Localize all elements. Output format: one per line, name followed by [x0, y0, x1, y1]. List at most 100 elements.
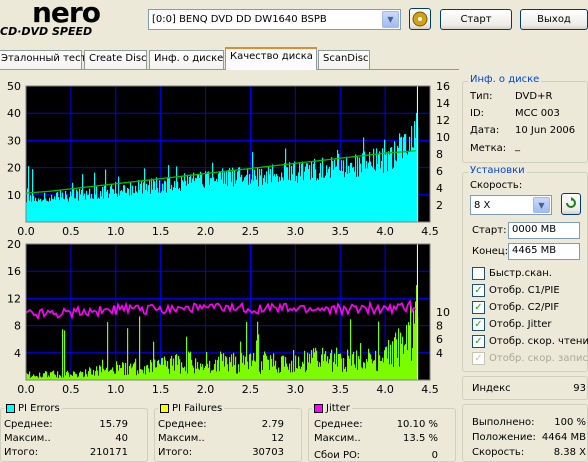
y2-tick-label: 4 — [436, 182, 443, 195]
pi-failures-legend: PI Failures — [158, 403, 225, 414]
exit-button[interactable]: Выход — [520, 9, 588, 30]
speed-label: Скорость: — [470, 180, 523, 191]
x-tick-label: 0.5 — [62, 383, 80, 396]
pi-errors-avg-label: Среднее: — [4, 419, 53, 430]
nero-logo: nero CD·DVD SPEED — [0, 0, 140, 40]
pi-failures-swatch — [160, 404, 169, 413]
start-button[interactable]: Старт — [440, 9, 512, 30]
index-label: Индекс — [472, 383, 511, 394]
checkbox-box[interactable] — [472, 267, 485, 280]
eject-button[interactable] — [409, 8, 431, 30]
checkbox-box[interactable]: ✓ — [472, 318, 485, 331]
pi-failures-avg-label: Среднее: — [158, 419, 207, 430]
jitter-max: 13.5 % — [403, 433, 438, 444]
pi-failures-title: PI Failures — [172, 403, 223, 414]
pi-failures-bar — [107, 322, 109, 380]
chevron-down-icon[interactable]: ▼ — [382, 11, 399, 28]
pi-errors-max-label: Максим.. — [4, 433, 51, 444]
disc-id-label: ID: — [470, 108, 485, 119]
tab-disc-quality[interactable]: Качество диска — [225, 47, 317, 70]
refresh-icon — [566, 197, 576, 208]
y-tick-label: 20 — [7, 162, 21, 175]
chevron-down-icon[interactable]: ▼ — [533, 197, 550, 213]
disc-info-title: Инф. о диске — [468, 74, 542, 85]
read-speed-value: 8.38 X — [553, 447, 586, 458]
checkbox-label: Отобр. C2/PIF — [489, 302, 560, 313]
pi-errors-title: PI Errors — [18, 403, 60, 414]
y2-tick-label: 8 — [436, 320, 443, 333]
y2-tick-label: 4 — [436, 347, 443, 360]
pi-failures-max-label: Максим.. — [158, 433, 205, 444]
show-jitter-checkbox[interactable]: ✓ Отобр. Jitter — [472, 318, 552, 331]
refresh-speed-button[interactable] — [561, 193, 581, 215]
pi-errors-legend: PI Errors — [4, 403, 62, 414]
drive-select[interactable]: [0:0] BENQ DVD DD DW1640 BSPB ▼ — [148, 9, 401, 30]
jitter-swatch — [314, 404, 323, 413]
x-tick-label: 1.5 — [152, 383, 170, 396]
disc-date-label: Дата: — [470, 125, 500, 136]
x-tick-label: 0.0 — [17, 383, 35, 396]
checkbox-box[interactable]: ✓ — [472, 335, 485, 348]
checkbox-label: Быстр.скан. — [489, 268, 552, 279]
y2-tick-label: 8 — [436, 148, 443, 161]
disc-id-value: MCC 003 — [515, 108, 560, 119]
y2-tick-label: 6 — [436, 333, 443, 346]
y-tick-label: 16 — [7, 265, 21, 278]
done-value: 100 % — [554, 417, 586, 428]
pi-errors-avg: 15.79 — [99, 419, 128, 430]
checkbox-box[interactable]: ✓ — [472, 301, 485, 314]
checkbox-label: Отобр. скор. записи — [489, 353, 588, 364]
pi-errors-total-label: Итого: — [4, 447, 39, 458]
x-tick-label: 2.0 — [197, 383, 215, 396]
tab-scandisc[interactable]: ScanDisc — [318, 50, 370, 69]
y2-tick-label: 12 — [436, 114, 450, 127]
checkbox-label: Отобр. C1/PIE — [489, 285, 560, 296]
x-tick-label: 4.5 — [421, 383, 439, 396]
y2-tick-label: 10 — [436, 131, 450, 144]
show-pif-checkbox[interactable]: ✓ Отобр. C2/PIF — [472, 301, 559, 314]
x-tick-label: 3.5 — [331, 383, 349, 396]
jitter-title: Jitter — [326, 403, 350, 414]
y-tick-label: 4 — [14, 347, 21, 360]
show-pie-checkbox[interactable]: ✓ Отобр. C1/PIE — [472, 284, 560, 297]
jitter-avg-label: Среднее: — [314, 419, 363, 430]
x-tick-label: 1.0 — [107, 383, 125, 396]
speed-select[interactable]: 8 X ▼ — [470, 195, 552, 215]
y-tick-label: 12 — [7, 292, 21, 305]
end-field[interactable]: 4465 MB — [508, 243, 580, 260]
tab-create-disc[interactable]: Create Disc — [84, 50, 147, 69]
pi-errors-total: 210171 — [89, 447, 128, 458]
checkbox-box: ✓ — [472, 352, 485, 365]
po-failures-label: Сбои PO: — [314, 450, 361, 461]
tab-benchmark[interactable]: Эталонный тест — [0, 50, 86, 69]
jitter-max-label: Максим.. — [314, 433, 361, 444]
speed-select-value: 8 X — [474, 199, 491, 211]
quick-scan-checkbox[interactable]: Быстр.скан. — [472, 267, 552, 280]
y2-tick-label: 10 — [436, 306, 450, 319]
jitter-avg: 10.10 % — [396, 419, 438, 430]
jitter-legend: Jitter — [312, 403, 352, 414]
pi-errors-swatch — [6, 404, 15, 413]
disc-mark-label: Метка: — [470, 143, 507, 154]
disc-type-value: DVD+R — [515, 91, 553, 102]
y-tick-label: 8 — [14, 320, 21, 333]
settings-title: Установки — [468, 165, 527, 176]
position-value: 4464 MB — [541, 432, 586, 443]
read-speed-label: Скорость: — [472, 447, 525, 458]
start-field[interactable]: 0000 MB — [508, 222, 580, 239]
end-label: Конец: — [472, 246, 509, 257]
pi-failures-total-label: Итого: — [158, 447, 193, 458]
checkbox-box[interactable]: ✓ — [472, 284, 485, 297]
pi-failures-avg: 2.79 — [261, 419, 284, 430]
po-failures-value: 0 — [431, 450, 438, 461]
show-read-speed-checkbox[interactable]: ✓ Отобр. скор. чтения — [472, 335, 588, 348]
pi-failures-bar — [127, 328, 129, 380]
disc-mark-value: _ — [515, 141, 520, 152]
y-tick-label: 20 — [7, 238, 21, 251]
pi-errors-max: 40 — [115, 433, 128, 444]
pi-failures-bar — [62, 329, 64, 380]
tab-disc-info[interactable]: Инф. о диске — [149, 50, 224, 69]
checkbox-label: Отобр. скор. чтения — [489, 336, 588, 347]
logo-brand: nero — [32, 0, 101, 29]
y-tick-label: 40 — [7, 107, 21, 120]
